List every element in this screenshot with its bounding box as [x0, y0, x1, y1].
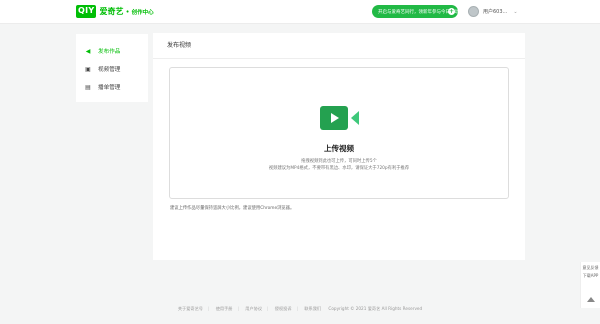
playlist-icon: ▤: [85, 83, 91, 91]
footer: 关于爱奇艺号 | 使用手册 | 用户协议 | 侵权投诉 | 联系我们 Copyright…: [0, 306, 600, 312]
chevron-down-icon[interactable]: ⌄: [513, 9, 517, 15]
sidebar-item-label: 播单管理: [98, 85, 121, 91]
footer-link-complaint[interactable]: 侵权投诉: [275, 306, 292, 311]
logo-separator: •: [125, 7, 130, 16]
upload-notice: 建议上传作品尽量保持竖屏大小比例，建议使用Chrome浏览器。: [170, 206, 295, 211]
upload-title: 上传视频: [324, 144, 354, 153]
iqiyi-logo[interactable]: QIY 爱奇艺 • 创作中心: [76, 5, 154, 18]
footer-link-manual[interactable]: 使用手册: [216, 306, 233, 311]
join-activity-label: 开启与爱奇艺同行，领新年参与今日活动: [378, 9, 459, 15]
floating-toolbar: 意见反馈 下载APP: [580, 262, 600, 308]
footer-link-agreement[interactable]: 用户协议: [245, 306, 262, 311]
main-panel: 发布视频 上传视频 拖拽视频到此也可上传，可同时上传5个 视频建议为MP4格式，…: [153, 33, 525, 260]
join-activity-button[interactable]: 开启与爱奇艺同行，领新年参与今日活动 +: [372, 5, 459, 18]
sidebar-item-video-manage[interactable]: ▣ 视频管理: [76, 60, 148, 78]
divider: |: [237, 306, 239, 311]
sidebar-item-playlist-manage[interactable]: ▤ 播单管理: [76, 78, 148, 96]
footer-link-about[interactable]: 关于爱奇艺号: [178, 306, 203, 311]
sidebar-item-label: 发布作品: [98, 49, 121, 55]
top-header: QIY 爱奇艺 • 创作中心 开启与爱奇艺同行，领新年参与今日活动 + 用户60…: [0, 0, 600, 24]
upload-description: 拖拽视频到此也可上传，可同时上传5个: [301, 159, 377, 164]
download-app-button[interactable]: 下载APP: [581, 270, 600, 278]
sidebar: ◀ 发布作品 ▣ 视频管理 ▤ 播单管理: [76, 34, 148, 102]
logo-text: 爱奇艺: [99, 7, 124, 16]
plus-icon: +: [448, 8, 455, 15]
avatar[interactable]: [468, 6, 479, 17]
back-to-top-icon[interactable]: [587, 297, 595, 302]
user-menu[interactable]: 用户603... ⌄: [468, 6, 518, 17]
play-triangle: [331, 113, 339, 123]
upload-requirements: 视频建议为MP4格式，不要带有黑边、水印，请保证大于720p有利于推荐: [268, 166, 410, 171]
footer-link-contact[interactable]: 联系我们: [304, 306, 321, 311]
camera-lens: [351, 111, 359, 125]
video-manage-icon: ▣: [85, 65, 91, 73]
feedback-button[interactable]: 意见反馈: [581, 262, 600, 270]
sidebar-item-label: 视频管理: [98, 67, 121, 73]
logo-subtitle: 创作中心: [131, 9, 154, 16]
divider: |: [296, 306, 298, 311]
upload-dropzone[interactable]: 上传视频 拖拽视频到此也可上传，可同时上传5个 视频建议为MP4格式，不要带有黑…: [169, 67, 509, 199]
sidebar-item-publish[interactable]: ◀ 发布作品: [76, 42, 148, 60]
copyright: Copyright © 2021 爱奇艺 All Rights Reserved: [328, 306, 423, 311]
page-title: 发布视频: [153, 33, 525, 59]
send-icon: ◀: [85, 47, 91, 55]
username: 用户603...: [483, 9, 508, 15]
logo-mark: QIY: [76, 5, 97, 18]
divider: |: [207, 306, 210, 311]
divider: |: [267, 306, 269, 311]
